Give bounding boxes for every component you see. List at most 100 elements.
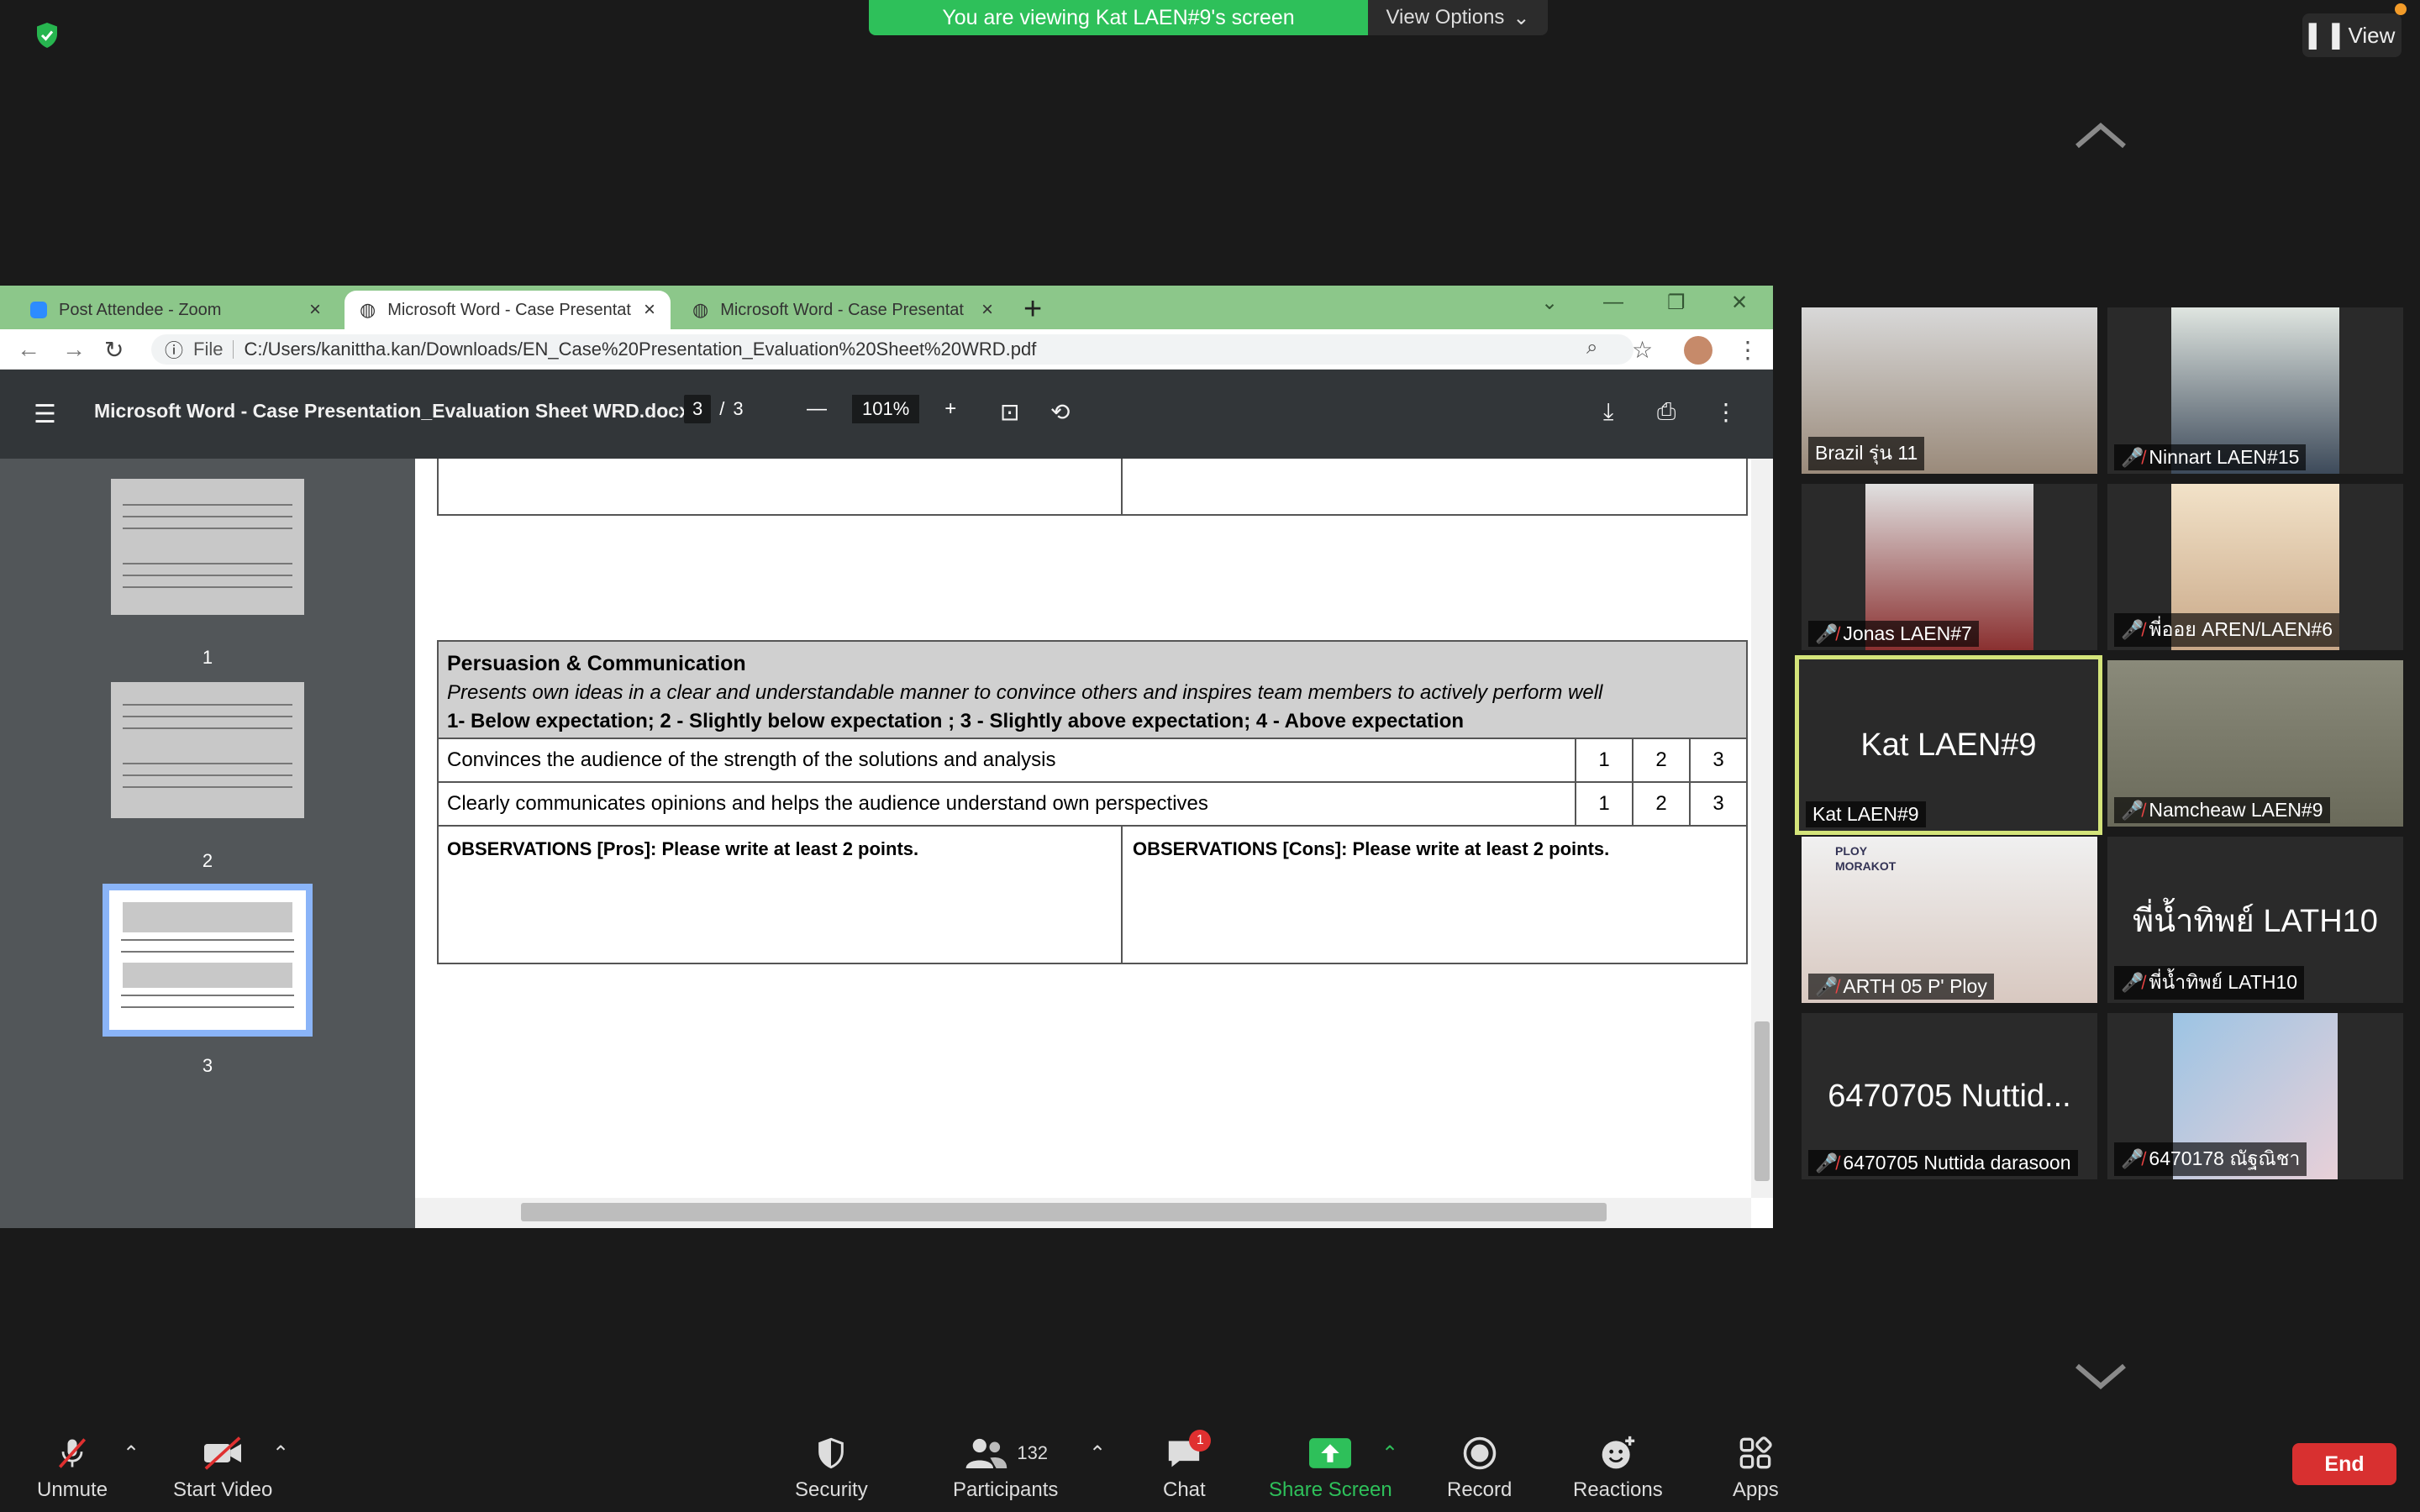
participant-name: 🎤̸ Jonas LAEN#7 — [1808, 621, 1979, 647]
encryption-shield-icon[interactable] — [32, 20, 62, 50]
video-off-icon — [201, 1433, 245, 1473]
bookmark-star-icon[interactable]: ☆ — [1632, 336, 1653, 364]
participant-tile-active-speaker[interactable]: Kat LAEN#9 Kat LAEN#9 — [1795, 655, 2102, 835]
page-number-input[interactable]: 3 — [684, 395, 712, 423]
gallery-scroll-up-icon[interactable] — [2074, 121, 2128, 151]
restore-icon[interactable]: ❐ — [1667, 291, 1686, 315]
view-button[interactable]: ▌▐ View — [2302, 13, 2402, 57]
video-overlay-text: PLOY MORAKOT — [1835, 844, 1897, 873]
security-label: Security — [795, 1478, 868, 1501]
tab-close-icon[interactable]: × — [644, 298, 655, 322]
page-thumbnail-2[interactable] — [111, 682, 304, 818]
hamburger-menu-icon[interactable]: ☰ — [34, 400, 56, 429]
window-close-icon[interactable]: ✕ — [1731, 291, 1748, 315]
participant-tile[interactable]: 🎤̸ Namcheaw LAEN#9 — [2107, 660, 2403, 827]
criterion-text: Clearly communicates opinions and helps … — [447, 792, 1208, 815]
participant-tile[interactable]: PLOY MORAKOT 🎤̸ ARTH 05 P' Ploy — [1802, 837, 2097, 1003]
unmute-label: Unmute — [37, 1478, 108, 1501]
participant-tile[interactable]: Brazil รุ่น 11 — [1802, 307, 2097, 474]
zoom-level-input[interactable]: 101% — [852, 395, 920, 423]
participant-tile[interactable]: พี่น้ำทิพย์ LATH10 🎤̸ พี่น้ำทิพย์ LATH10 — [2107, 837, 2403, 1003]
unmute-button[interactable]: Unmute — [37, 1433, 108, 1502]
address-bar-row: ← → ↻ ⓘ File C:/Users/kanittha.kan/Downl… — [0, 329, 1773, 370]
pdf-more-icon[interactable]: ⋮ — [1714, 398, 1738, 426]
score-cell: 2 — [1632, 739, 1689, 781]
forward-arrow-icon[interactable]: → — [62, 336, 86, 363]
page-thumbnail-3[interactable] — [103, 884, 313, 1037]
horizontal-scrollbar[interactable] — [415, 1198, 1751, 1228]
participants-options-caret[interactable]: ⌃ — [1089, 1433, 1106, 1473]
security-button[interactable]: Security — [795, 1433, 868, 1502]
thumbnail-sidebar: 1 2 3 — [0, 459, 415, 1228]
banner-text: You are viewing Kat LAEN#9's screen — [942, 5, 1295, 29]
apps-label: Apps — [1733, 1478, 1779, 1501]
view-options-button[interactable]: View Options ⌄ — [1368, 0, 1548, 35]
chat-button[interactable]: 1 Chat — [1163, 1430, 1212, 1502]
participant-tile[interactable]: 🎤̸ Jonas LAEN#7 — [1802, 484, 2097, 650]
participants-label: Participants — [953, 1478, 1059, 1501]
observations-row: OBSERVATIONS [Pros]: Please write at lea… — [437, 827, 1748, 964]
profile-avatar[interactable] — [1684, 336, 1712, 365]
microphone-muted-icon — [54, 1433, 91, 1473]
mic-muted-icon: 🎤̸ — [2121, 619, 2144, 640]
url-scheme-label: File — [193, 339, 224, 360]
tab-label: Post Attendee - Zoom — [59, 300, 222, 319]
new-tab-button[interactable]: + — [1023, 292, 1042, 326]
reload-icon[interactable]: ↻ — [104, 336, 124, 364]
fit-to-page-icon[interactable]: ⊡ — [1000, 398, 1019, 426]
minimize-icon[interactable]: — — [1603, 291, 1623, 314]
page-thumbnail-1[interactable] — [111, 479, 304, 615]
participant-tile[interactable]: 🎤̸ Ninnart LAEN#15 — [2107, 307, 2403, 474]
apps-button[interactable]: Apps — [1733, 1433, 1779, 1502]
vertical-scrollbar[interactable] — [1751, 459, 1773, 1198]
zoom-meeting-window: You are viewing Kat LAEN#9's screen View… — [0, 0, 2420, 1512]
participant-tile[interactable]: 6470705 Nuttid... 🎤̸ 6470705 Nuttida dara… — [1802, 1013, 2097, 1179]
zoom-in-icon[interactable]: + — [944, 397, 956, 421]
url-input[interactable]: ⓘ File C:/Users/kanittha.kan/Downloads/E… — [151, 334, 1634, 365]
observations-cons: OBSERVATIONS [Cons]: Please write at lea… — [1133, 838, 1610, 859]
caret-up-icon: ⌃ — [1381, 1441, 1399, 1465]
record-button[interactable]: Record — [1447, 1433, 1512, 1502]
participant-tile[interactable]: 🎤̸ พี่ออย AREN/LAEN#6 — [2107, 484, 2403, 650]
video-options-caret[interactable]: ⌃ — [272, 1433, 289, 1473]
rotate-icon[interactable]: ⟲ — [1050, 398, 1070, 426]
observations-pros: OBSERVATIONS [Pros]: Please write at lea… — [447, 838, 919, 859]
zoom-out-icon[interactable]: — — [807, 397, 827, 421]
shared-browser-window: Post Attendee - Zoom × ◍ Microsoft Word … — [0, 286, 1773, 1228]
gallery-scroll-down-icon[interactable] — [2074, 1361, 2128, 1391]
reactions-button[interactable]: Reactions — [1573, 1433, 1663, 1502]
screen-share-banner: You are viewing Kat LAEN#9's screen — [869, 0, 1368, 35]
start-video-button[interactable]: Start Video — [173, 1433, 272, 1502]
info-icon: ⓘ — [165, 340, 184, 361]
participant-tile[interactable]: 🎤̸ 6470178 ณัฐณิชา — [2107, 1013, 2403, 1179]
participants-button[interactable]: 132 Participants — [953, 1433, 1058, 1502]
share-screen-button[interactable]: Share Screen — [1269, 1433, 1392, 1502]
audio-options-caret[interactable]: ⌃ — [123, 1433, 139, 1473]
apps-grid-icon — [1739, 1433, 1773, 1473]
page-indicator: 3 / 3 — [684, 395, 744, 423]
print-icon[interactable]: ⎙ — [1657, 398, 1676, 426]
browser-menu-icon[interactable]: ⋮ — [1736, 336, 1760, 364]
participant-name: 🎤̸ Ninnart LAEN#15 — [2114, 444, 2307, 470]
tab-close-icon[interactable]: × — [309, 298, 321, 322]
zoom-magnifier-icon[interactable]: ⌕ — [1586, 336, 1597, 360]
share-options-caret[interactable]: ⌃ — [1381, 1433, 1398, 1473]
zoom-favicon-icon — [30, 302, 47, 318]
thumbnail-number: 3 — [202, 1055, 213, 1076]
score-cell: 1 — [1575, 783, 1632, 825]
back-arrow-icon[interactable]: ← — [17, 336, 40, 363]
participant-name: Kat LAEN#9 — [1806, 801, 1926, 827]
tab-case-presentation-active[interactable]: ◍ Microsoft Word - Case Presentat × — [345, 291, 671, 329]
chat-bubble-icon: 1 — [1165, 1430, 1212, 1473]
tab-post-attendee[interactable]: Post Attendee - Zoom × — [15, 291, 336, 329]
end-meeting-button[interactable]: End — [2292, 1443, 2396, 1485]
download-icon[interactable]: ⤓ — [1603, 398, 1613, 426]
thumbnail-number: 2 — [202, 850, 213, 871]
score-cell: 1 — [1575, 739, 1632, 781]
meeting-controls-bar: Unmute ⌃ Start Video ⌃ Security 132 Part… — [0, 1421, 2420, 1512]
tab-search-icon[interactable]: ⌄ — [1541, 291, 1558, 315]
tab-close-icon[interactable]: × — [981, 298, 993, 322]
tab-case-presentation[interactable]: ◍ Microsoft Word - Case Presentat × — [677, 291, 1008, 329]
page-total: 3 — [733, 398, 744, 419]
score-cell: 3 — [1689, 783, 1746, 825]
